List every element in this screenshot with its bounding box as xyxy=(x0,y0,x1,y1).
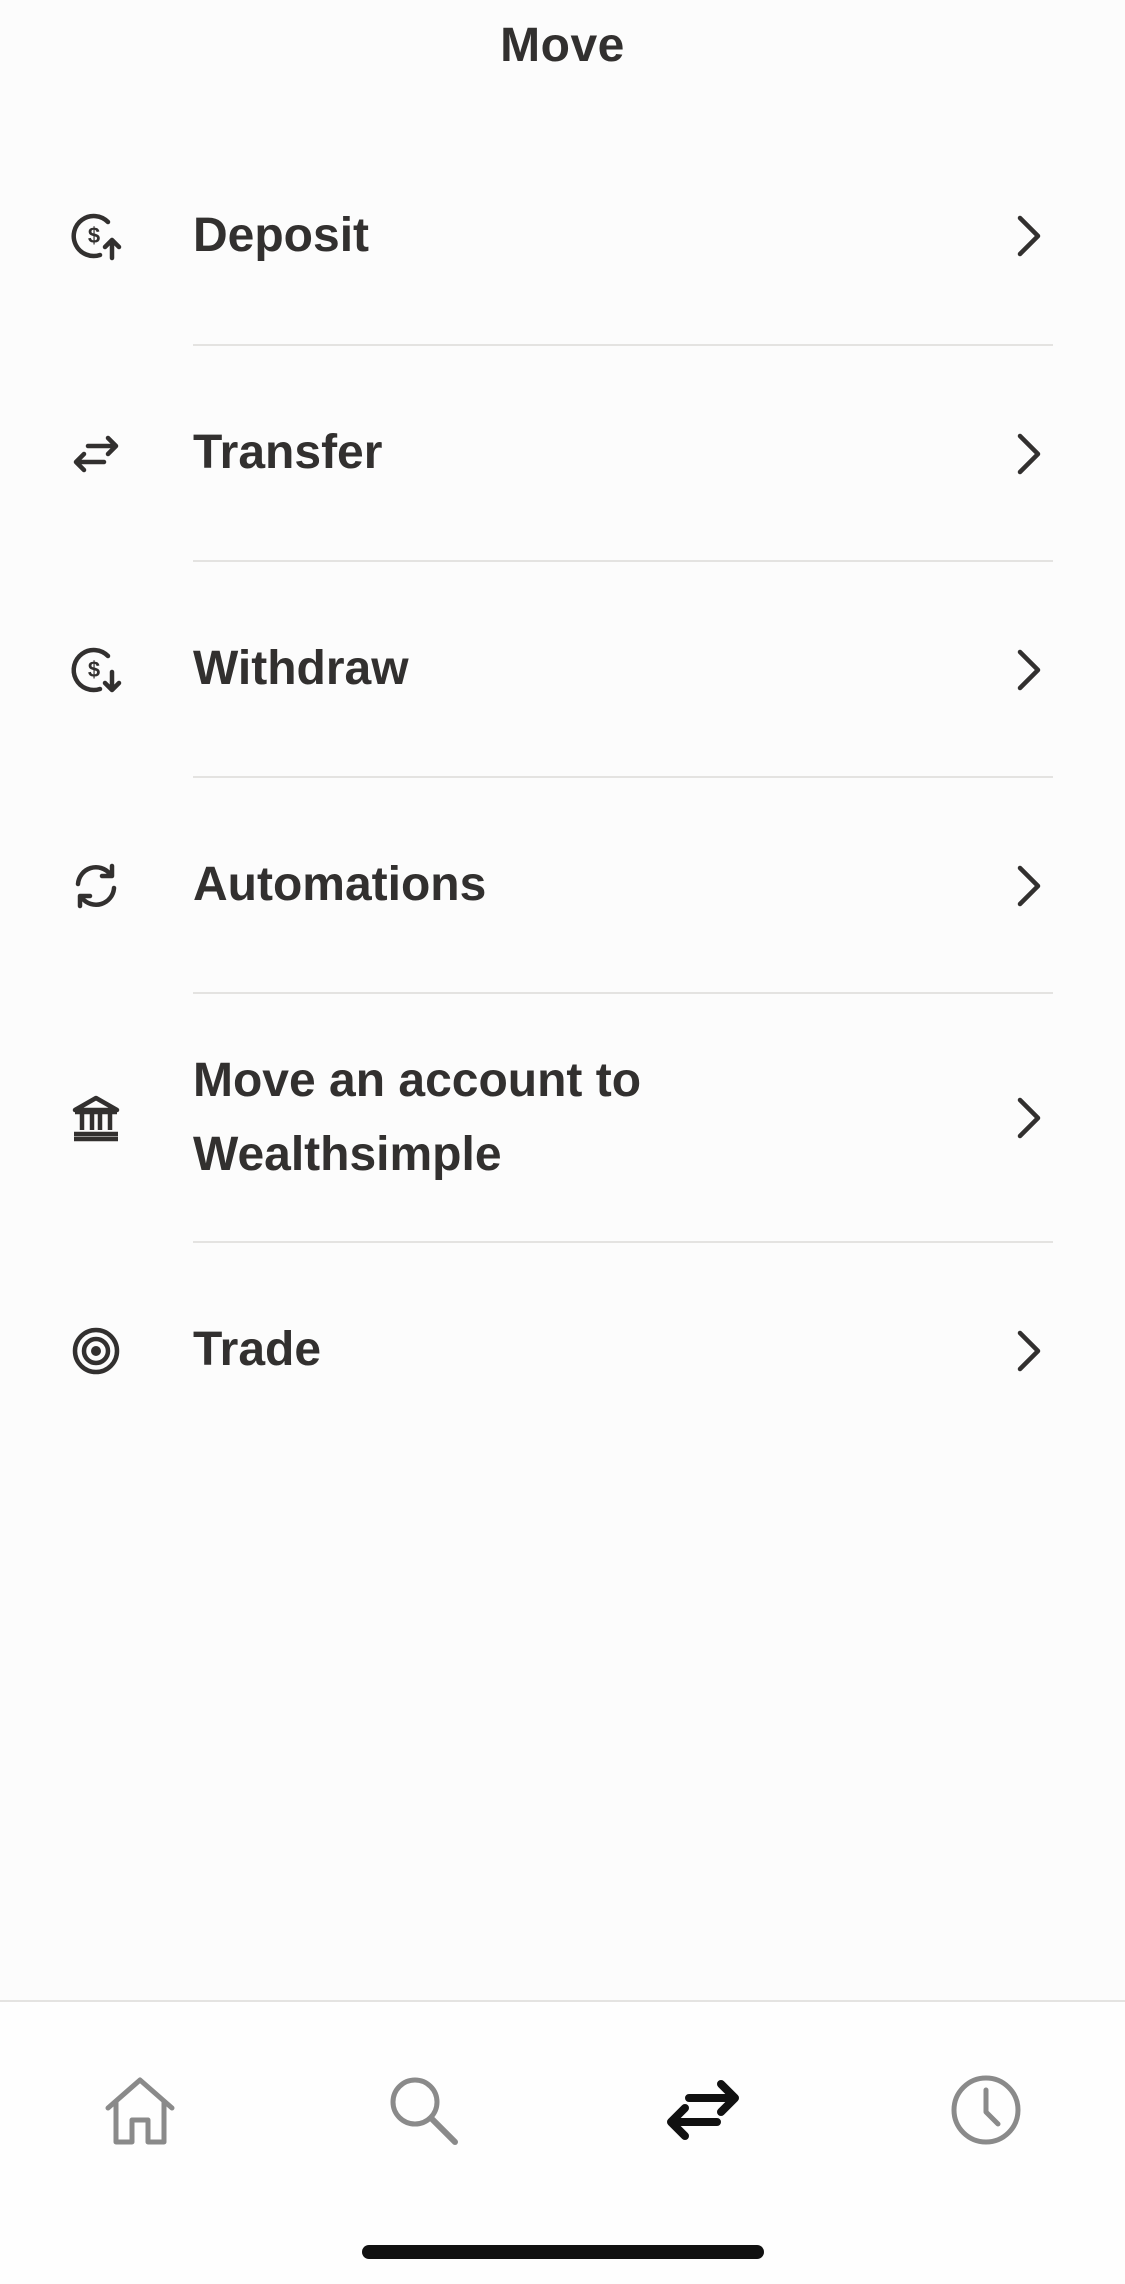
dollar-deposit-icon: $ xyxy=(70,210,122,262)
chevron-right-icon xyxy=(1010,210,1046,262)
menu-item-label: Transfer xyxy=(193,426,383,479)
menu-item-label: Withdraw xyxy=(193,642,409,695)
menu-item-transfer[interactable]: Transfer xyxy=(0,346,1125,562)
menu-item-label: Move an account to Wealthsimple xyxy=(193,1054,642,1181)
menu-item-label: Trade xyxy=(193,1323,322,1376)
clock-icon xyxy=(946,2070,1026,2155)
menu-item-move-account[interactable]: Move an account to Wealthsimple xyxy=(0,994,1125,1243)
svg-text:$: $ xyxy=(88,223,100,248)
chevron-right-icon xyxy=(1010,644,1046,696)
bank-icon xyxy=(70,1092,122,1144)
page-title: Move xyxy=(500,18,625,72)
menu-item-label: Deposit xyxy=(193,209,370,262)
home-indicator xyxy=(362,2245,764,2259)
refresh-cycle-icon xyxy=(70,860,122,912)
menu-item-automations[interactable]: Automations xyxy=(0,778,1125,994)
target-icon xyxy=(70,1325,122,1377)
tab-activity[interactable] xyxy=(936,2062,1036,2162)
tab-search[interactable] xyxy=(373,2062,473,2162)
chevron-right-icon xyxy=(1010,1325,1046,1377)
bottom-tab-bar xyxy=(0,2000,1125,2284)
search-icon xyxy=(383,2070,463,2155)
menu-item-label: Automations xyxy=(193,858,487,911)
menu-item-trade[interactable]: Trade xyxy=(0,1243,1125,1459)
page-header: Move xyxy=(0,0,1125,90)
svg-text:$: $ xyxy=(88,657,100,682)
chevron-right-icon xyxy=(1010,860,1046,912)
dollar-withdraw-icon: $ xyxy=(70,644,122,696)
chevron-right-icon xyxy=(1010,428,1046,480)
tab-home[interactable] xyxy=(90,2062,190,2162)
home-icon xyxy=(100,2070,180,2155)
menu-item-withdraw[interactable]: $ Withdraw xyxy=(0,562,1125,778)
chevron-right-icon xyxy=(1010,1092,1046,1144)
menu-item-deposit[interactable]: $ Deposit xyxy=(0,130,1125,346)
transfer-arrows-icon xyxy=(663,2070,743,2155)
tab-move[interactable] xyxy=(653,2062,753,2162)
transfer-arrows-icon xyxy=(70,428,122,480)
move-menu-list: $ Deposit Transfer $ Withdraw Automation… xyxy=(0,130,1125,1459)
